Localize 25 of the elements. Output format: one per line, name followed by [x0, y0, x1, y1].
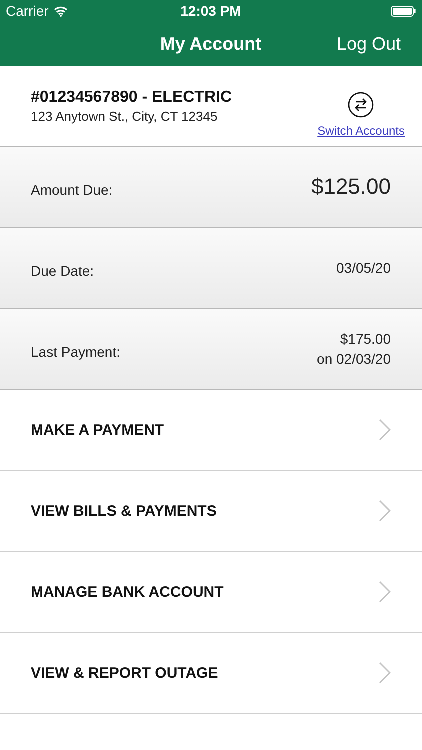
- switch-icon[interactable]: [348, 92, 374, 118]
- wifi-icon: [54, 6, 68, 16]
- switch-accounts-link[interactable]: Switch Accounts: [318, 124, 405, 138]
- account-number: #01234567890 - ELECTRIC: [31, 88, 232, 106]
- menu-label: VIEW BILLS & PAYMENTS: [31, 502, 217, 520]
- summary-value: $175.00: [340, 331, 391, 347]
- summary-value: 03/05/20: [336, 260, 391, 276]
- summary-label: Last Payment:: [31, 344, 120, 360]
- summary-value: on 02/03/20: [317, 351, 391, 367]
- chevron-icon: [379, 500, 391, 522]
- menu-label: VIEW & REPORT OUTAGE: [31, 664, 218, 682]
- menu-label: MANAGE BANK ACCOUNT: [31, 584, 224, 600]
- chevron-icon: [379, 581, 391, 603]
- carrier-label: Carrier: [6, 3, 49, 19]
- log-out-button[interactable]: Log Out: [336, 34, 401, 54]
- chevron-icon: [379, 662, 391, 684]
- summary-label: Amount Due:: [31, 182, 113, 198]
- chevron-icon: [379, 419, 391, 441]
- account-address: 123 Anytown St., City, CT 12345: [31, 108, 219, 124]
- summary-label: Due Date:: [31, 263, 94, 279]
- battery-icon: [391, 6, 416, 16]
- status-time: 12:03 PM: [180, 3, 242, 19]
- menu-label: MAKE A PAYMENT: [31, 422, 164, 438]
- nav-title: My Account: [160, 34, 262, 54]
- summary-value: $125.00: [311, 174, 391, 200]
